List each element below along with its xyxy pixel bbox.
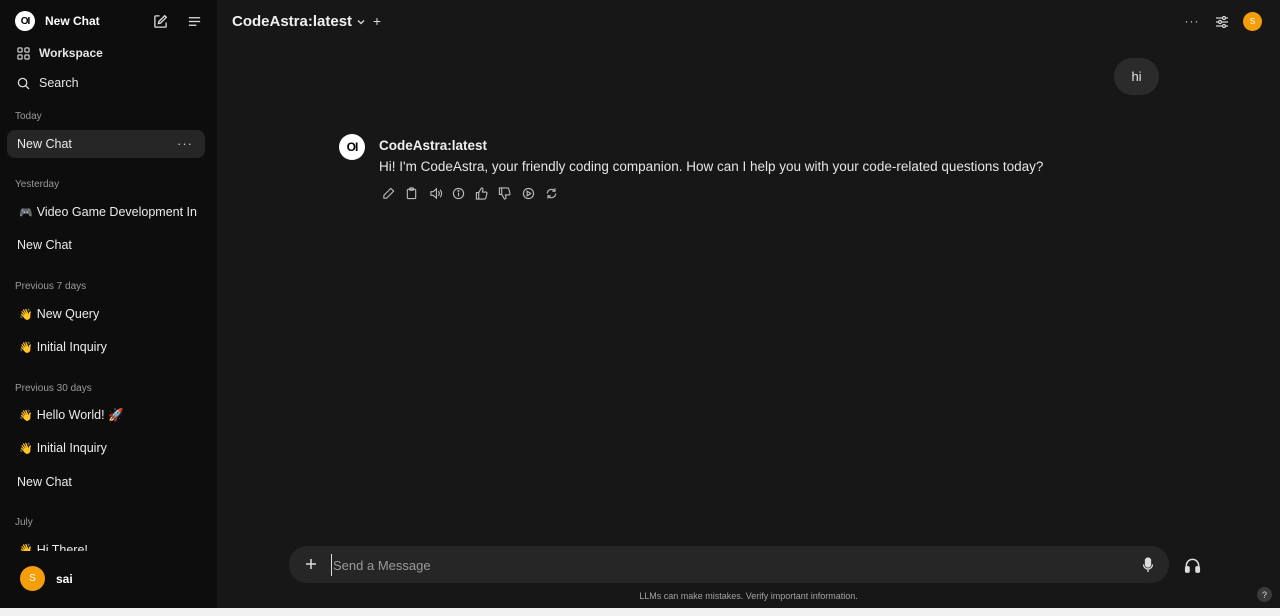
disclaimer-text: LLMs can make mistakes. Verify important… bbox=[639, 591, 858, 601]
chat-item-label: New Chat bbox=[17, 137, 72, 151]
message-input[interactable] bbox=[331, 554, 1111, 576]
chat-item-label: New Query bbox=[36, 307, 100, 321]
workspace-link[interactable]: Workspace bbox=[15, 43, 103, 63]
assistant-name: CodeAstra:latest bbox=[379, 138, 488, 153]
chat-item-label: New Chat bbox=[17, 238, 72, 252]
chat-item-label: Hi There! bbox=[36, 543, 88, 551]
assistant-avatar: OI bbox=[339, 134, 365, 160]
message-composer bbox=[289, 546, 1169, 583]
app-window: OI New Chat Workspace Search Today New C… bbox=[0, 0, 1280, 616]
openwebui-logo[interactable]: OI bbox=[15, 11, 35, 31]
model-selector[interactable]: CodeAstra:latest bbox=[232, 13, 352, 30]
edit-icon[interactable] bbox=[382, 185, 405, 201]
more-options-icon[interactable]: ··· bbox=[177, 136, 193, 151]
section-today: Today bbox=[15, 111, 42, 122]
wave-emoji: 👋 bbox=[19, 409, 33, 422]
model-name: CodeAstra:latest bbox=[232, 13, 353, 30]
workspace-label: Workspace bbox=[39, 46, 103, 60]
assistant-message-text: Hi! I'm CodeAstra, your friendly coding … bbox=[379, 159, 1044, 174]
user-avatar: S bbox=[20, 566, 45, 591]
sidebar: OI New Chat Workspace Search Today New C… bbox=[0, 0, 217, 608]
continue-icon[interactable] bbox=[522, 185, 545, 201]
copy-icon[interactable] bbox=[405, 185, 428, 201]
section-previous-30-days: Previous 30 days bbox=[15, 383, 92, 394]
wave-emoji: 👋 bbox=[19, 544, 33, 551]
info-icon[interactable] bbox=[452, 185, 475, 201]
user-message-text: hi bbox=[1131, 69, 1142, 84]
chat-item-label: Video Game Development Insights bbox=[36, 205, 197, 219]
new-chat-link[interactable]: New Chat bbox=[45, 14, 100, 28]
search-label: Search bbox=[39, 76, 79, 90]
chat-item-label: Hello World! 🚀 bbox=[36, 407, 124, 422]
chat-item-new-chat-yesterday[interactable]: New Chat bbox=[7, 231, 205, 259]
workspace-icon bbox=[15, 46, 31, 60]
section-july: July bbox=[15, 517, 33, 528]
chat-item-new-chat-today[interactable]: New Chat ··· bbox=[7, 130, 205, 158]
add-model-icon[interactable]: + bbox=[370, 13, 384, 29]
headphone-icon[interactable] bbox=[1182, 555, 1202, 575]
section-yesterday: Yesterday bbox=[15, 179, 60, 190]
chat-item-initial-inquiry-2[interactable]: 👋 Initial Inquiry bbox=[7, 434, 205, 462]
attach-plus-icon[interactable] bbox=[302, 555, 320, 573]
search-link[interactable]: Search bbox=[15, 73, 79, 93]
chat-item-new-chat-older[interactable]: New Chat bbox=[7, 468, 205, 496]
chat-item-label: New Chat bbox=[17, 475, 72, 489]
chat-item-new-query[interactable]: 👋 New Query bbox=[7, 300, 205, 328]
controls-icon[interactable] bbox=[1213, 13, 1230, 30]
thumbs-down-icon[interactable] bbox=[498, 185, 521, 201]
gamepad-emoji: 🎮 bbox=[19, 206, 33, 219]
chevron-down-icon[interactable] bbox=[355, 16, 367, 28]
read-aloud-icon[interactable] bbox=[429, 185, 452, 201]
chat-item-initial-inquiry[interactable]: 👋 Initial Inquiry bbox=[7, 333, 205, 361]
chat-item-label: Initial Inquiry bbox=[36, 340, 107, 354]
help-icon[interactable]: ? bbox=[1257, 587, 1272, 602]
microphone-icon[interactable] bbox=[1139, 555, 1157, 575]
chat-item-hi-there[interactable]: 👋 Hi There! bbox=[7, 540, 205, 551]
sidebar-menu-icon[interactable] bbox=[185, 12, 203, 30]
chat-item-hello-world[interactable]: 👋 Hello World! 🚀 bbox=[7, 401, 205, 429]
header-user-avatar[interactable]: S bbox=[1243, 12, 1262, 31]
wave-emoji: 👋 bbox=[19, 442, 33, 455]
search-icon bbox=[15, 77, 31, 90]
wave-emoji: 👋 bbox=[19, 308, 33, 321]
user-menu[interactable]: S sai bbox=[20, 566, 73, 591]
sidebar-header: OI New Chat bbox=[0, 0, 217, 42]
thumbs-up-icon[interactable] bbox=[475, 185, 498, 201]
more-menu-icon[interactable]: ··· bbox=[1183, 12, 1201, 30]
message-actions bbox=[382, 185, 568, 201]
user-message-bubble: hi bbox=[1114, 58, 1159, 95]
wave-emoji: 👋 bbox=[19, 341, 33, 354]
taskbar-strip bbox=[0, 608, 1280, 616]
chat-item-video-game[interactable]: 🎮 Video Game Development Insights bbox=[7, 198, 197, 226]
regenerate-icon[interactable] bbox=[545, 185, 568, 201]
chat-item-label: Initial Inquiry bbox=[36, 441, 107, 455]
new-chat-icon[interactable] bbox=[151, 12, 169, 30]
section-previous-7-days: Previous 7 days bbox=[15, 281, 87, 292]
user-name: sai bbox=[56, 571, 73, 586]
